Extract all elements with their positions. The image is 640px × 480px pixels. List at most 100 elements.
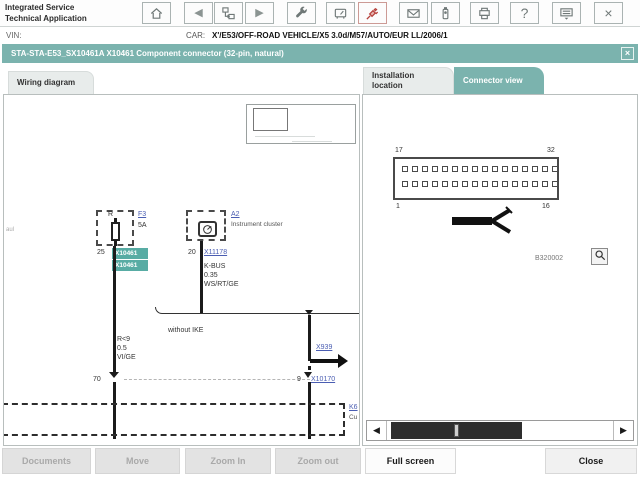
- car-value: X'/E53/OFF-ROAD VEHICLE/X5 3.0d/M57/AUTO…: [212, 31, 448, 40]
- connector-pin: [482, 166, 488, 172]
- fuse-rating: 5A: [138, 222, 147, 229]
- connector-pin: [402, 166, 408, 172]
- workflow-button[interactable]: [214, 2, 243, 24]
- connector-pin: [412, 166, 418, 172]
- overview-navigator[interactable]: [246, 104, 356, 144]
- connector-pin: [422, 166, 428, 172]
- document-close-button[interactable]: ×: [621, 47, 634, 60]
- wire-horizontal: [164, 313, 360, 314]
- wire-left: [113, 246, 116, 373]
- connector-pin: [512, 181, 518, 187]
- wire-branch-dash: [308, 366, 311, 370]
- zoom-figure-button[interactable]: [591, 248, 608, 265]
- wiring-diagram-panel: aul R F3 5A 25 X10461 X10461 A2 Instrume…: [3, 94, 360, 446]
- connector-pin: [432, 181, 438, 187]
- connector-pin: [522, 166, 528, 172]
- close-application-button[interactable]: ×: [594, 2, 623, 24]
- navigator-mini-line: [292, 141, 332, 142]
- help-button[interactable]: ?: [510, 2, 539, 24]
- horizontal-scrollbar[interactable]: ◀ ▶: [366, 420, 634, 441]
- connector-pin: [462, 166, 468, 172]
- magnifier-icon: [594, 249, 606, 264]
- forward-button[interactable]: ▶: [245, 2, 274, 24]
- messages-button[interactable]: [399, 2, 428, 24]
- print-button[interactable]: [470, 2, 499, 24]
- top-toolbar: Integrated Service Technical Application…: [0, 0, 640, 27]
- connector-pin: [492, 166, 498, 172]
- connector-pin: [482, 181, 488, 187]
- connector-pin: [412, 181, 418, 187]
- pin-label-32: 32: [547, 147, 555, 154]
- pin-label-17: 17: [395, 147, 403, 154]
- variant-note: without IKE: [168, 327, 203, 334]
- app-title: Integrated Service Technical Application: [5, 2, 87, 24]
- full-screen-button[interactable]: Full screen: [365, 448, 456, 474]
- wire-left-arrowhead: [109, 372, 119, 378]
- service-functions-button[interactable]: [287, 2, 316, 24]
- protocol-button[interactable]: [552, 2, 581, 24]
- branch-direction-arrow: [310, 359, 338, 363]
- connector-pin: [542, 166, 548, 172]
- wire-branch: [308, 315, 311, 361]
- battery-icon: [438, 6, 453, 21]
- connector-pin: [452, 181, 458, 187]
- zoom-out-button[interactable]: Zoom out: [275, 448, 361, 474]
- x10170-connector-link[interactable]: X10170: [311, 376, 335, 383]
- fuse-pin-number: 25: [97, 249, 105, 256]
- cluster-ref-link[interactable]: A2: [231, 211, 240, 218]
- close-button[interactable]: Close: [545, 448, 637, 474]
- scrollbar-left-arrow[interactable]: ◀: [367, 421, 387, 440]
- wire-cluster: [200, 241, 203, 314]
- wire-cross-section: 0.35: [204, 272, 218, 279]
- home-button[interactable]: [142, 2, 171, 24]
- workflow-icon: [221, 6, 236, 21]
- vin-label: VIN:: [6, 31, 22, 40]
- left-wire-label3: VI/GE: [117, 354, 136, 361]
- cluster-name: Instrument cluster: [231, 221, 283, 228]
- measuring-device-icon: [333, 6, 348, 21]
- connector-pin: [492, 181, 498, 187]
- connector-pin: [512, 166, 518, 172]
- navigator-mini-line: [255, 136, 315, 137]
- wire-bus-label: K-BUS: [204, 263, 225, 270]
- car-label: CAR:: [186, 31, 205, 40]
- tab-connector-view[interactable]: Connector view: [454, 67, 544, 95]
- measuring-devices-button[interactable]: [326, 2, 355, 24]
- connector-body: [393, 157, 559, 200]
- document-title: STA-STA-E53_SX10461A X10461 Component co…: [11, 49, 284, 58]
- close-icon: ×: [604, 6, 612, 20]
- tab-wiring-diagram[interactable]: Wiring diagram: [8, 71, 94, 94]
- vehicle-connection-button[interactable]: [358, 2, 387, 24]
- ground-ref-link[interactable]: K6: [349, 404, 358, 411]
- connector-pin: [462, 181, 468, 187]
- zoom-in-button[interactable]: Zoom In: [185, 448, 271, 474]
- ground-note: Cu: [349, 414, 357, 421]
- fuse-ref-link[interactable]: F3: [138, 211, 146, 218]
- connector-pin: [542, 181, 548, 187]
- tab-installation-location[interactable]: Installation location: [363, 67, 454, 95]
- home-icon: [149, 6, 164, 21]
- scrollbar-right-arrow[interactable]: ▶: [613, 421, 633, 440]
- back-button[interactable]: ◀: [184, 2, 213, 24]
- connector-pin: [552, 181, 558, 187]
- documents-button[interactable]: Documents: [2, 448, 91, 474]
- scrollbar-thumb[interactable]: [391, 422, 522, 439]
- connector-pin: [522, 181, 528, 187]
- connector-pin: [472, 181, 478, 187]
- cable-plug-symbol: [448, 205, 526, 237]
- document-title-bar: STA-STA-E53_SX10461A X10461 Component co…: [2, 44, 638, 63]
- connector-pin: [402, 181, 408, 187]
- navigator-viewport-indicator[interactable]: [253, 108, 288, 131]
- wrench-icon: [294, 6, 309, 21]
- highlighted-connector-tag[interactable]: X10461: [112, 260, 148, 271]
- tab-installation-location-label: Installation: [372, 71, 453, 81]
- x939-connector-link[interactable]: X939: [316, 344, 332, 351]
- cluster-connector-link[interactable]: X11178: [204, 249, 227, 256]
- printer-icon: [477, 6, 492, 21]
- battery-status-button[interactable]: [431, 2, 460, 24]
- highlighted-connector-tag[interactable]: X10461: [112, 248, 148, 259]
- branch-direction-arrowhead: [338, 354, 348, 368]
- connector-view-panel: 17 32 1 16 B320002 ◀ ▶: [362, 94, 638, 446]
- wire-color-code: WS/RT/GE: [204, 281, 238, 288]
- move-button[interactable]: Move: [95, 448, 180, 474]
